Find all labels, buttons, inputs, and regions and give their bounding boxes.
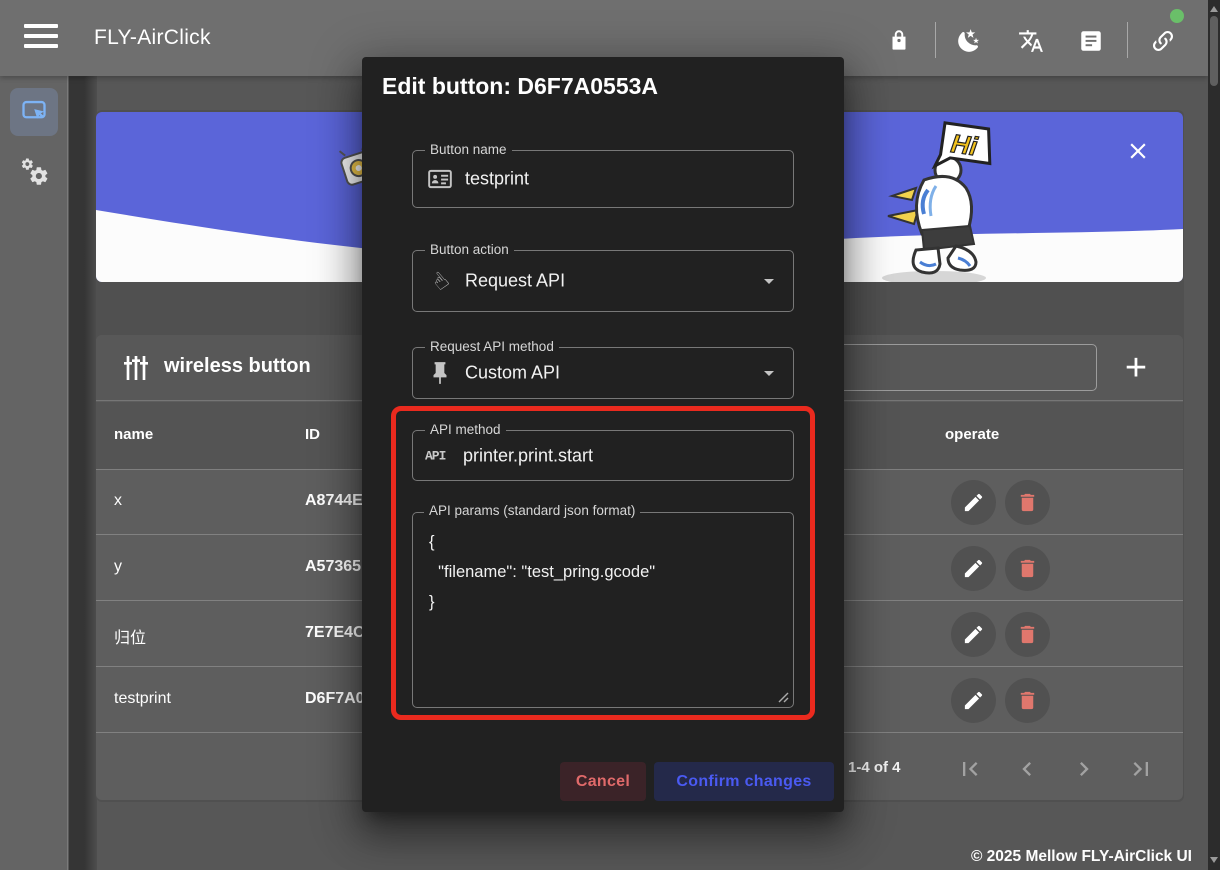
gears-icon (19, 156, 49, 186)
col-name: name (114, 426, 153, 443)
last-page-button[interactable] (1127, 755, 1155, 783)
next-page-button[interactable] (1070, 755, 1098, 783)
copyright-footer: © 2025 Mellow FLY-AirClick UI (971, 848, 1192, 866)
request-api-method-value: Custom API (465, 363, 715, 384)
resize-handle[interactable] (777, 691, 789, 703)
pagination-label: 1-4 of 4 (848, 759, 901, 776)
nav-drawer (0, 76, 68, 870)
api-icon: API (425, 448, 445, 463)
menu-icon[interactable] (24, 24, 58, 52)
appbar-divider (935, 22, 936, 58)
edit-row-button[interactable] (951, 612, 996, 657)
chevron-down-icon[interactable] (757, 269, 781, 293)
sidebar-item-settings[interactable] (19, 156, 49, 186)
delete-row-button[interactable] (1005, 612, 1050, 657)
online-status-dot (1170, 9, 1184, 23)
delete-row-button[interactable] (1005, 678, 1050, 723)
dark-mode-moon-icon[interactable] (956, 28, 982, 54)
remote-control-icon (20, 98, 48, 126)
first-page-button[interactable] (956, 755, 984, 783)
svg-text:Hi: Hi (949, 128, 980, 161)
delete-row-button[interactable] (1005, 480, 1050, 525)
button-action-select[interactable]: Button action ☝ Request API (412, 250, 794, 312)
button-action-value: Request API (465, 271, 715, 292)
chevron-down-icon[interactable] (757, 361, 781, 385)
connection-link-icon[interactable] (1150, 28, 1176, 54)
col-id: ID (305, 426, 320, 443)
scroll-down-icon[interactable] (1210, 856, 1218, 864)
button-name-input[interactable] (465, 169, 715, 190)
scrollbar[interactable] (1208, 0, 1220, 870)
edit-row-button[interactable] (951, 480, 996, 525)
drawer-shadow (69, 76, 97, 870)
badge-card-icon (427, 166, 453, 192)
appbar-divider (1127, 22, 1128, 58)
api-method-input[interactable] (463, 445, 763, 466)
request-api-method-select[interactable]: Request API method Custom API (412, 347, 794, 399)
api-method-field[interactable]: API method API (412, 430, 794, 481)
col-operate: operate (945, 426, 999, 443)
edit-row-button[interactable] (951, 678, 996, 723)
cancel-button[interactable]: Cancel (560, 762, 646, 801)
dialog-title: Edit button: D6F7A0553A (382, 73, 658, 100)
pin-icon (427, 360, 453, 386)
scroll-up-icon[interactable] (1210, 5, 1218, 13)
add-button[interactable]: + (1114, 346, 1158, 390)
sidebar-item-remote-buttons[interactable] (10, 88, 58, 136)
api-params-textarea[interactable]: { "filename": "test_pring.gcode" } (412, 512, 794, 708)
edit-button-dialog: Edit button: D6F7A0553A Button name Butt… (362, 57, 844, 812)
card-title: wireless button (164, 355, 311, 378)
prev-page-button[interactable] (1013, 755, 1041, 783)
translate-icon[interactable] (1018, 28, 1044, 54)
notes-document-icon[interactable] (1078, 28, 1104, 54)
scrollbar-thumb[interactable] (1210, 16, 1218, 86)
button-name-field[interactable]: Button name (412, 150, 794, 208)
hand-pointing-icon: ☝ (422, 263, 459, 300)
store-bag-icon[interactable] (886, 28, 912, 54)
confirm-changes-button[interactable]: Confirm changes (654, 762, 834, 801)
delete-row-button[interactable] (1005, 546, 1050, 591)
app-title: FLY-AirClick (94, 26, 211, 50)
banner-close-icon[interactable] (1125, 138, 1151, 164)
tune-sliders-icon (120, 352, 152, 384)
edit-row-button[interactable] (951, 546, 996, 591)
